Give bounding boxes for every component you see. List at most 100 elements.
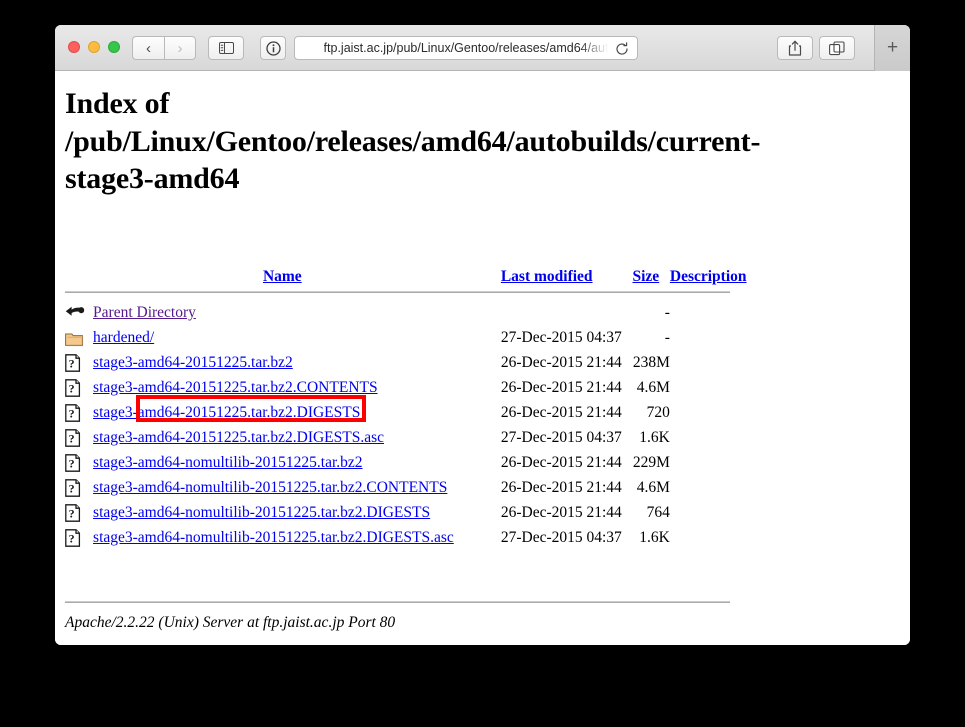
forward-button[interactable]: ›	[164, 36, 196, 60]
chevron-right-icon: ›	[177, 39, 183, 57]
sort-by-size-link[interactable]: Size	[633, 268, 660, 285]
close-window-button[interactable]	[68, 41, 80, 53]
row-last-modified-cell: 26-Dec-2015 21:44	[500, 454, 622, 471]
svg-text:?: ?	[69, 507, 75, 521]
share-button[interactable]	[777, 36, 813, 60]
table-row: Parent Directory -	[65, 300, 730, 325]
row-name-cell: stage3-amd64-20151225.tar.bz2	[93, 350, 472, 375]
file-link[interactable]: stage3-amd64-20151225.tar.bz2.DIGESTS	[93, 404, 360, 421]
address-bar-group: ftp.jaist.ac.jp/pub/Linux/Gentoo/release…	[260, 36, 638, 60]
row-name-cell: Parent Directory	[93, 300, 472, 325]
new-tab-button[interactable]: +	[874, 25, 910, 71]
header-name: Name	[93, 268, 472, 286]
file-link[interactable]: stage3-amd64-20151225.tar.bz2	[93, 354, 293, 371]
row-icon-cell: ?	[65, 500, 93, 525]
table-row: ? stage3-amd64-nomultilib-20151225.tar.bz…	[65, 525, 730, 550]
file-link[interactable]: hardened/	[93, 329, 154, 346]
zoom-window-button[interactable]	[108, 41, 120, 53]
file-link[interactable]: Parent Directory	[93, 304, 196, 321]
row-icon-cell: ?	[65, 525, 93, 550]
unknown-file-icon: ?	[65, 454, 81, 473]
row-name-cell: stage3-amd64-20151225.tar.bz2.DIGESTS	[93, 400, 472, 425]
row-size-cell: 764	[646, 504, 670, 521]
row-last-modified-cell: 26-Dec-2015 21:44	[500, 354, 622, 371]
table-row: hardened/27-Dec-2015 04:37 -	[65, 325, 730, 350]
table-row: ? stage3-amd64-20151225.tar.bz2.DIGESTS 26…	[65, 400, 730, 425]
row-description-cell	[670, 450, 730, 475]
row-description-cell	[670, 525, 730, 550]
table-row: ? stage3-amd64-20151225.tar.bz2 26-Dec-201…	[65, 350, 730, 375]
row-icon-cell: ?	[65, 400, 93, 425]
show-all-tabs-button[interactable]	[819, 36, 855, 60]
unknown-file-icon: ?	[65, 479, 81, 498]
address-text: ftp.jaist.ac.jp/pub/Linux/Gentoo/release…	[323, 41, 609, 55]
reader-icon	[265, 40, 281, 56]
row-last-modified-cell: 27-Dec-2015 04:37	[500, 429, 622, 446]
table-row: ? stage3-amd64-20151225.tar.bz2.CONTENTS 2…	[65, 375, 730, 400]
unknown-file-icon: ?	[65, 529, 81, 548]
svg-text:?: ?	[69, 532, 75, 546]
row-description-cell	[670, 325, 730, 350]
row-last-modified-cell: 26-Dec-2015 21:44	[500, 379, 622, 396]
row-icon-cell: ?	[65, 425, 93, 450]
sort-by-name-link[interactable]: Name	[263, 268, 302, 285]
tabs-overview-icon	[829, 40, 845, 55]
row-size-cell: 1.6K	[639, 429, 670, 446]
folder-icon	[65, 330, 84, 347]
address-input[interactable]: ftp.jaist.ac.jp/pub/Linux/Gentoo/release…	[294, 36, 638, 60]
back-button[interactable]: ‹	[132, 36, 164, 60]
header-description: Description	[670, 268, 747, 286]
table-row: ? stage3-amd64-nomultilib-20151225.tar.bz…	[65, 475, 730, 500]
row-description-cell	[670, 375, 730, 400]
sidebar-icon	[218, 42, 234, 54]
listing-table-body: Parent Directory - hardened/27-Dec-2015 04…	[65, 300, 730, 550]
row-last-modified-cell: 26-Dec-2015 21:44	[500, 404, 622, 421]
svg-text:?: ?	[69, 357, 75, 371]
page-content: Index of /pub/Linux/Gentoo/releases/amd6…	[55, 71, 910, 645]
browser-window: ‹ › ftp.jaist.ac.jp/pub/Linux/Gentoo/rel…	[55, 25, 910, 645]
row-name-cell: stage3-amd64-20151225.tar.bz2.CONTENTS	[93, 375, 472, 400]
reader-view-button[interactable]	[260, 36, 286, 60]
sort-by-date-link[interactable]: Last modified	[501, 268, 593, 285]
table-row: ? stage3-amd64-20151225.tar.bz2.DIGESTS.a…	[65, 425, 730, 450]
file-link[interactable]: stage3-amd64-nomultilib-20151225.tar.bz2…	[93, 479, 447, 496]
row-icon-cell: ?	[65, 475, 93, 500]
svg-text:?: ?	[69, 432, 75, 446]
header-icon-column	[65, 268, 93, 286]
page-title: Index of /pub/Linux/Gentoo/releases/amd6…	[65, 87, 761, 195]
sort-by-description-link[interactable]: Description	[670, 268, 747, 285]
svg-text:?: ?	[69, 382, 75, 396]
row-size-cell: -	[664, 329, 670, 346]
file-link[interactable]: stage3-amd64-nomultilib-20151225.tar.bz2…	[93, 504, 430, 521]
row-description-cell	[670, 500, 730, 525]
row-size-cell: 238M	[632, 354, 670, 371]
row-description-cell	[670, 350, 730, 375]
row-last-modified-cell: 27-Dec-2015 04:37	[500, 329, 622, 346]
sidebar-toggle-button[interactable]	[208, 36, 244, 60]
svg-text:?: ?	[69, 457, 75, 471]
back-icon	[65, 305, 85, 321]
row-name-cell: stage3-amd64-nomultilib-20151225.tar.bz2	[93, 450, 472, 475]
header-size: Size	[622, 268, 670, 286]
listing-table-head: Name Last modified Size Description	[65, 268, 747, 300]
row-icon-cell	[65, 300, 93, 325]
unknown-file-icon: ?	[65, 379, 81, 398]
file-link[interactable]: stage3-amd64-nomultilib-20151225.tar.bz2	[93, 454, 362, 471]
server-signature: Apache/2.2.22 (Unix) Server at ftp.jaist…	[65, 614, 396, 631]
unknown-file-icon: ?	[65, 404, 81, 423]
file-link[interactable]: stage3-amd64-nomultilib-20151225.tar.bz2…	[93, 529, 454, 546]
file-link[interactable]: stage3-amd64-20151225.tar.bz2.DIGESTS.as…	[93, 429, 384, 446]
header-divider-cell	[65, 286, 730, 300]
row-icon-cell: ?	[65, 450, 93, 475]
row-size-cell: 4.6M	[636, 479, 670, 496]
row-icon-cell: ?	[65, 375, 93, 400]
reload-button[interactable]	[613, 40, 630, 57]
table-row: ? stage3-amd64-nomultilib-20151225.tar.bz…	[65, 500, 730, 525]
svg-text:?: ?	[69, 482, 75, 496]
minimize-window-button[interactable]	[88, 41, 100, 53]
header-last-modified: Last modified	[472, 268, 622, 286]
row-description-cell	[670, 300, 730, 325]
row-icon-cell: ?	[65, 350, 93, 375]
row-name-cell: stage3-amd64-nomultilib-20151225.tar.bz2…	[93, 500, 472, 525]
file-link[interactable]: stage3-amd64-20151225.tar.bz2.CONTENTS	[93, 379, 378, 396]
